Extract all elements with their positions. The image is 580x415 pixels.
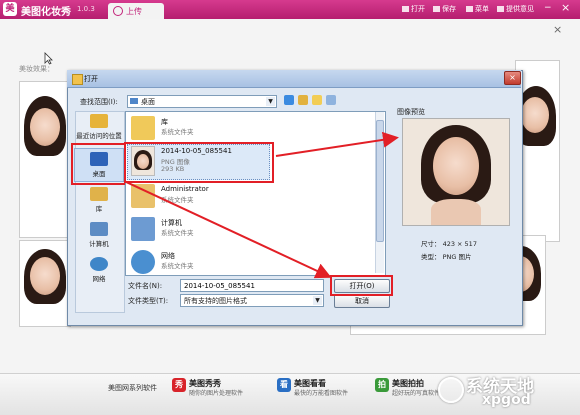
arrow-to-open-button: [123, 180, 332, 279]
annotation-arrows: [123, 131, 399, 279]
arrow-to-preview: [275, 131, 399, 157]
